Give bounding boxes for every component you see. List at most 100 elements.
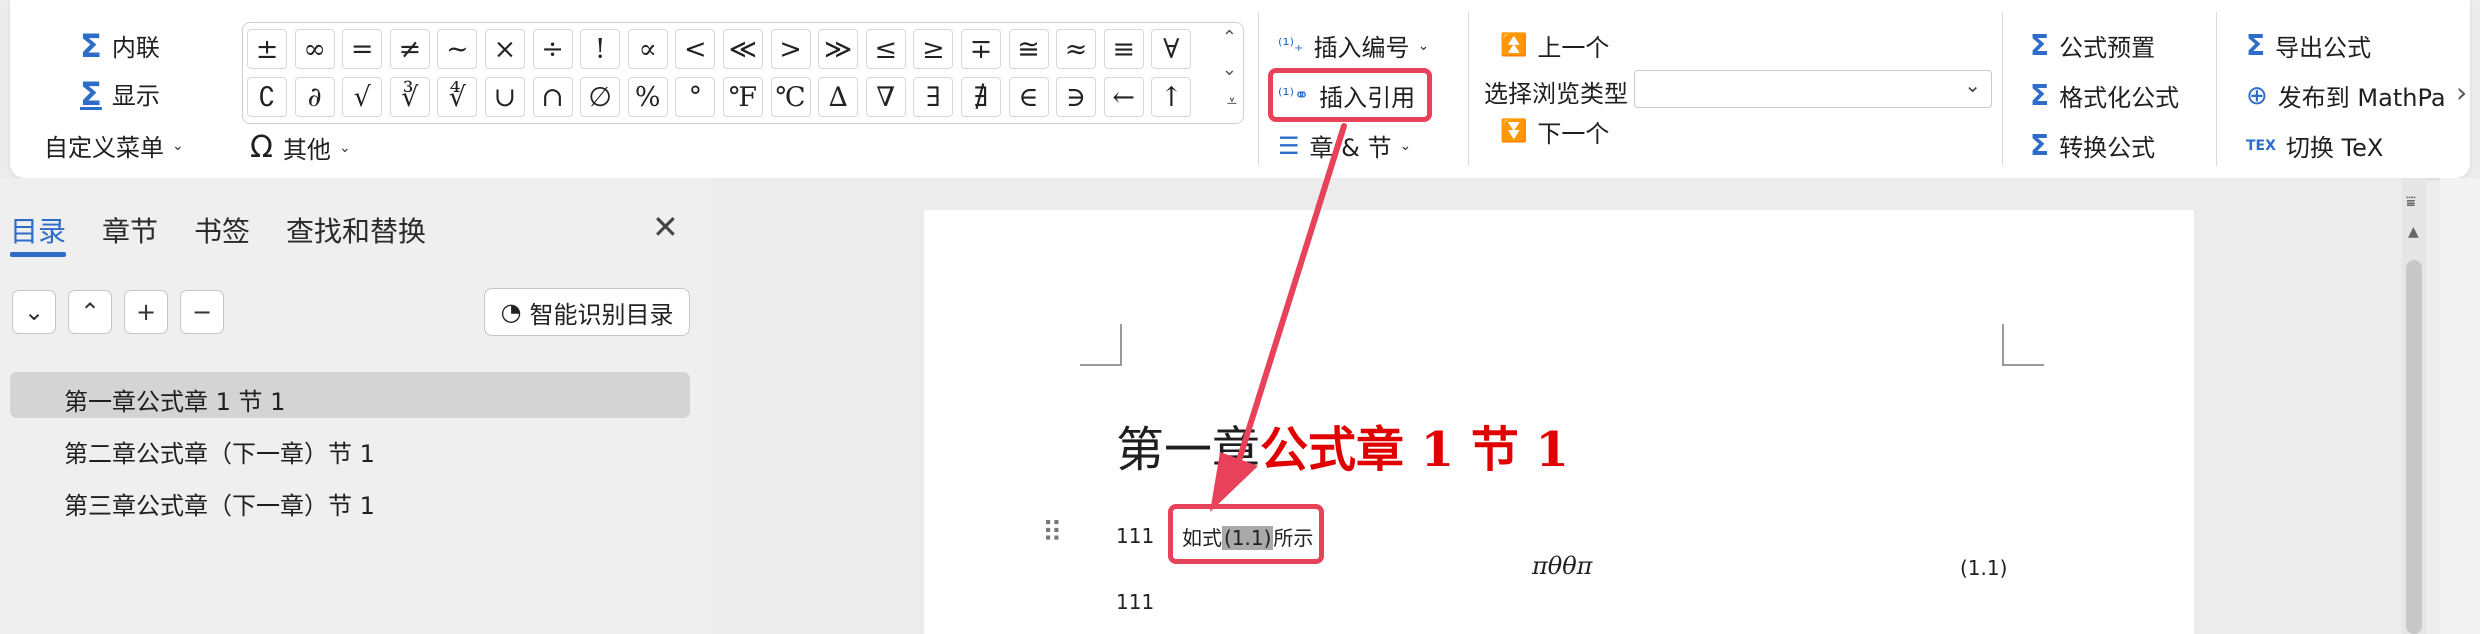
paragraph-number: 111	[1116, 524, 1155, 548]
ribbon: Σ 内联 Σ 显示 自定义菜单 ⌄ ± ∞ = ≠ ~ × ÷! ∝ < ≪ > ≫ ≤ ≥ ∓ ≅ ≈ ≡ ∀ ∁…	[10, 0, 2470, 178]
sigma-export-icon: Σ	[2246, 28, 2266, 62]
double-down-arrow-icon: ⏬	[1500, 119, 1528, 144]
inline-mode-button[interactable]: Σ 内联	[80, 28, 160, 63]
symbol-button[interactable]: >	[770, 29, 811, 69]
symbol-button[interactable]: ↑	[1151, 77, 1192, 117]
symbol-button[interactable]: ≅	[1008, 29, 1049, 69]
convert-formula-button[interactable]: Σ 转换公式	[2030, 128, 2155, 163]
equation-number: (1.1)	[1960, 556, 2008, 580]
custom-menu-dropdown[interactable]: 自定义菜单 ⌄	[44, 128, 184, 163]
symbol-button[interactable]: ≤	[865, 29, 906, 69]
gallery-expand-icon[interactable]: ⩡	[1227, 91, 1237, 112]
symbol-button[interactable]: ∀	[1151, 29, 1192, 69]
symbol-button[interactable]: ∪	[484, 77, 525, 117]
annotation-highlight-reference	[1168, 504, 1324, 564]
symbol-button[interactable]: √	[342, 77, 383, 117]
symbol-button[interactable]: =	[342, 29, 383, 69]
split-handle-icon[interactable]: ⩸	[2406, 192, 2416, 212]
symbol-button[interactable]: ∜	[437, 77, 478, 117]
tab-bookmarks[interactable]: 书签	[194, 210, 250, 250]
browse-type-select[interactable]: ⌄	[1634, 70, 1992, 108]
chevron-down-icon: ⌄	[1399, 137, 1412, 154]
display-mode-button[interactable]: Σ 显示	[80, 76, 160, 111]
ribbon-divider	[1258, 12, 1259, 166]
publish-mathpage-button[interactable]: ⊕ 发布到 MathPa	[2246, 78, 2446, 113]
symbol-button[interactable]: ∂	[294, 77, 335, 117]
chapter-heading[interactable]: 第一章公式章 1 节 1	[1116, 410, 1569, 480]
switch-tex-button[interactable]: TEX 切换 TeX	[2246, 128, 2383, 163]
browse-type-label: 选择浏览类型	[1484, 80, 1628, 108]
symbol-button[interactable]: ∄	[960, 77, 1001, 117]
symbol-button[interactable]: ∅	[580, 77, 621, 117]
paragraph-number: 111	[1116, 590, 1155, 614]
tex-icon: TEX	[2246, 137, 2276, 154]
gauge-icon: ◔	[500, 298, 522, 326]
tab-toc[interactable]: 目录	[10, 210, 66, 250]
symbol-button[interactable]: ∁	[247, 77, 287, 117]
symbol-row-2: ∁ ∂ √ ∛ ∜ ∪ ∩ ∅% ° ℉ ℃ ∆ ∇ ∃ ∄ ∈ ∋ ← ↑	[247, 77, 1199, 117]
next-button[interactable]: ⏬ 下一个	[1500, 114, 1609, 149]
drag-handle-icon[interactable]: ⠿	[1042, 516, 1063, 549]
tab-find-replace[interactable]: 查找和替换	[286, 210, 426, 250]
symbol-button[interactable]: ≠	[389, 29, 430, 69]
ribbon-scroll-right-icon[interactable]: ›	[2456, 76, 2467, 109]
toc-item[interactable]: 第三章公式章（下一章）节 1	[64, 486, 375, 521]
collapse-down-button[interactable]: ⌄	[12, 290, 56, 334]
insert-number-button[interactable]: ⁽¹⁾₊ 插入编号 ⌄	[1278, 28, 1429, 63]
active-tab-indicator	[10, 252, 66, 257]
gallery-scroll-up-icon[interactable]: ⌃	[1222, 27, 1237, 48]
gallery-scroll-down-icon[interactable]: ⌄	[1222, 59, 1237, 80]
chapter-section-dropdown[interactable]: ☰ 章 & 节 ⌄	[1278, 128, 1411, 163]
ribbon-divider	[2002, 12, 2003, 166]
symbol-button[interactable]: ∈	[1008, 77, 1049, 117]
symbol-button[interactable]: ≈	[1056, 29, 1097, 69]
toc-item[interactable]: 第二章公式章（下一章）节 1	[64, 434, 375, 469]
symbol-button[interactable]: ℃	[770, 77, 811, 117]
vertical-scrollbar[interactable]: ⩸ ▲	[2402, 178, 2426, 634]
ribbon-divider	[2216, 12, 2217, 166]
scrollbar-thumb[interactable]	[2406, 260, 2422, 634]
symbol-button[interactable]: ℉	[722, 77, 763, 117]
symbol-button[interactable]: ∃	[913, 77, 954, 117]
symbol-button[interactable]: <	[675, 29, 716, 69]
symbol-button[interactable]: ≥	[913, 29, 954, 69]
chevron-down-icon: ⌄	[1417, 37, 1430, 54]
display-formula[interactable]: πθθπ	[1532, 552, 1592, 580]
symbol-button[interactable]: ≫	[818, 29, 859, 69]
format-formula-button[interactable]: Σ 格式化公式	[2030, 78, 2179, 113]
symbol-button[interactable]: ∛	[389, 77, 430, 117]
scroll-up-arrow-icon[interactable]: ▲	[2408, 224, 2419, 240]
remove-heading-button[interactable]: −	[180, 290, 224, 334]
symbol-button[interactable]: ±	[247, 29, 287, 69]
symbol-button[interactable]: ≡	[1103, 29, 1144, 69]
symbol-button[interactable]: ∋	[1056, 77, 1097, 117]
symbol-button[interactable]: ×	[484, 29, 525, 69]
export-formula-button[interactable]: Σ 导出公式	[2246, 28, 2371, 63]
symbol-button[interactable]: ∇	[865, 77, 906, 117]
formula-preset-button[interactable]: Σ 公式预置	[2030, 28, 2155, 63]
close-icon[interactable]: ✕	[652, 208, 679, 246]
sigma-display-icon: Σ	[80, 74, 102, 113]
symbol-button[interactable]: %	[627, 77, 668, 117]
toc-item[interactable]: 第一章公式章 1 节 1	[64, 382, 285, 417]
collapse-up-button[interactable]: ⌃	[68, 290, 112, 334]
right-side-panel	[2440, 178, 2480, 634]
add-heading-button[interactable]: +	[124, 290, 168, 334]
symbol-button[interactable]: ~	[437, 29, 478, 69]
symbol-button[interactable]: ←	[1103, 77, 1144, 117]
previous-button[interactable]: ⏫ 上一个	[1500, 28, 1609, 63]
symbol-button[interactable]: °	[675, 77, 716, 117]
symbol-button[interactable]: ∩	[532, 77, 573, 117]
crop-mark	[2002, 324, 2044, 366]
tab-chapters[interactable]: 章节	[102, 210, 158, 250]
symbol-button[interactable]: ∆	[818, 77, 859, 117]
symbol-button[interactable]: ≪	[722, 29, 763, 69]
symbol-button[interactable]: ∝	[627, 29, 668, 69]
symbol-button[interactable]: ∞	[294, 29, 335, 69]
other-symbols-dropdown[interactable]: Ω 其他 ⌄	[250, 130, 351, 165]
smart-toc-button[interactable]: ◔ 智能识别目录	[484, 288, 690, 336]
symbol-button[interactable]: ÷	[532, 29, 573, 69]
symbol-button[interactable]: !	[580, 29, 621, 69]
symbol-button[interactable]: ∓	[960, 29, 1001, 69]
omega-icon: Ω	[250, 130, 273, 165]
